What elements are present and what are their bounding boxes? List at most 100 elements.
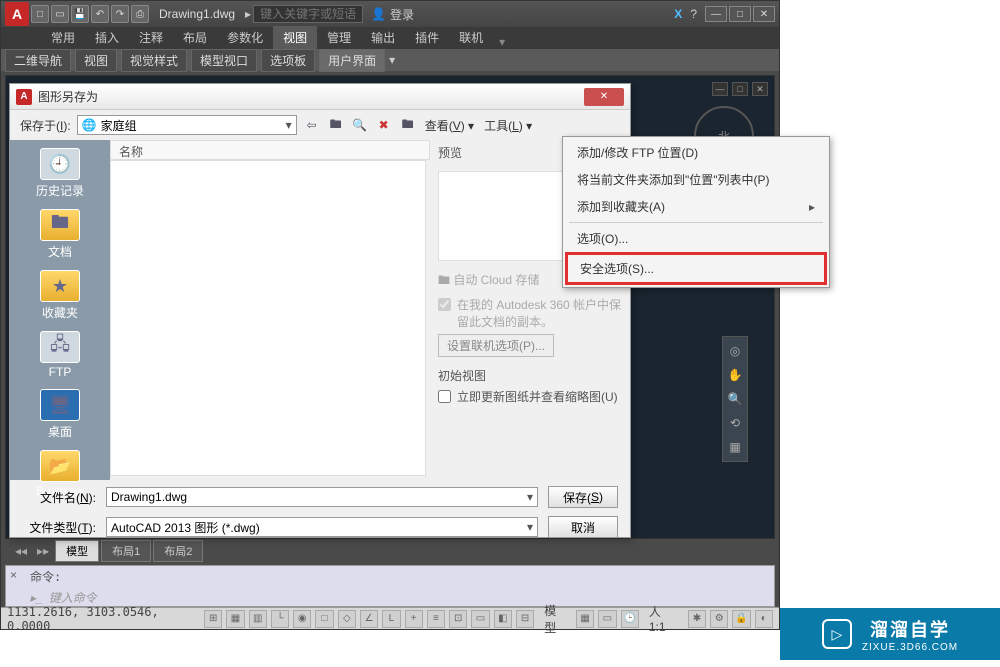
panel-ui[interactable]: 用户界面 bbox=[319, 49, 385, 72]
place-documents[interactable]: 🖿文档 bbox=[40, 209, 80, 260]
place-ftp[interactable]: 🖧FTP bbox=[40, 331, 80, 379]
search-input[interactable] bbox=[253, 5, 363, 23]
sb-dyn-icon[interactable]: + bbox=[405, 610, 423, 628]
tab-scroll-left-icon[interactable]: ◂◂ bbox=[11, 542, 31, 560]
tab-annotate[interactable]: 注释 bbox=[129, 26, 173, 49]
sb-otrack-icon[interactable]: ∠ bbox=[360, 610, 378, 628]
sb-am-icon[interactable]: ⊟ bbox=[516, 610, 534, 628]
sb-ortho-icon[interactable]: └ bbox=[271, 610, 289, 628]
online-options-button[interactable]: 设置联机选项(P)... bbox=[438, 334, 554, 357]
delete-icon[interactable]: ✖ bbox=[375, 116, 393, 134]
back-icon[interactable]: ⇦ bbox=[303, 116, 321, 134]
command-line[interactable]: × 命令: ▸_ 键入命令 bbox=[5, 565, 775, 607]
steering-wheel-icon[interactable]: ◎ bbox=[725, 341, 745, 361]
tab-scroll-right-icon[interactable]: ▸▸ bbox=[33, 542, 53, 560]
sb-infer-icon[interactable]: ⊞ bbox=[204, 610, 222, 628]
qat-open-icon[interactable]: ▭ bbox=[51, 5, 69, 23]
location-combo[interactable]: 🌐 家庭组 ▾ bbox=[77, 115, 297, 135]
newfolder-icon[interactable]: 🖿 bbox=[399, 116, 417, 134]
sb-qp-icon[interactable]: ▭ bbox=[471, 610, 489, 628]
panel-views[interactable]: 视图 bbox=[75, 49, 117, 72]
cancel-button[interactable]: 取消 bbox=[548, 516, 618, 538]
sb-model[interactable]: 模型 bbox=[538, 602, 572, 636]
tab-output[interactable]: 输出 bbox=[361, 26, 405, 49]
tab-parametric[interactable]: 参数化 bbox=[217, 26, 273, 49]
doc-restore-button[interactable]: □ bbox=[732, 82, 748, 96]
sb-hw-icon[interactable]: ◐ bbox=[755, 610, 773, 628]
sb-grid-icon[interactable]: ▥ bbox=[249, 610, 267, 628]
ribbon-panels: 二维导航 视图 视觉样式 模型视口 选项板 用户界面 ▾ bbox=[1, 49, 779, 71]
minimize-button[interactable]: — bbox=[705, 6, 727, 22]
doc-minimize-button[interactable]: — bbox=[712, 82, 728, 96]
showmotion-icon[interactable]: ▦ bbox=[725, 437, 745, 457]
place-history[interactable]: 🕘历史记录 bbox=[36, 148, 84, 199]
tab-view[interactable]: 视图 bbox=[273, 26, 317, 49]
sb-scale[interactable]: 人 1:1 bbox=[643, 603, 684, 634]
tab-insert[interactable]: 插入 bbox=[85, 26, 129, 49]
qat-print-icon[interactable]: ⎙ bbox=[131, 5, 149, 23]
sb-tpy-icon[interactable]: ⊡ bbox=[449, 610, 467, 628]
menu-add-ftp[interactable]: 添加/修改 FTP 位置(D) bbox=[565, 139, 827, 166]
qat-new-icon[interactable]: □ bbox=[31, 5, 49, 23]
sb-sc-icon[interactable]: ◧ bbox=[494, 610, 512, 628]
cmd-close-icon[interactable]: × bbox=[10, 568, 17, 582]
qat-redo-icon[interactable]: ↷ bbox=[111, 5, 129, 23]
orbit-icon[interactable]: ⟲ bbox=[725, 413, 745, 433]
dialog-close-button[interactable]: ✕ bbox=[584, 88, 624, 106]
panel-palettes[interactable]: 选项板 bbox=[261, 49, 315, 72]
login-button[interactable]: 👤 登录 bbox=[371, 6, 414, 23]
exchange-icon[interactable]: X bbox=[674, 7, 682, 21]
sb-lock-icon[interactable]: 🔒 bbox=[732, 610, 750, 628]
menu-add-to-places[interactable]: 将当前文件夹添加到"位置"列表中(P) bbox=[565, 166, 827, 193]
location-value: 家庭组 bbox=[101, 117, 137, 134]
save-button[interactable]: 保存(S) bbox=[548, 486, 618, 508]
panel-visual-styles[interactable]: 视觉样式 bbox=[121, 49, 187, 72]
sb-ducs-icon[interactable]: L bbox=[382, 610, 400, 628]
view-dropdown[interactable]: 查看(V) ▾ bbox=[423, 117, 476, 134]
sb-polar-icon[interactable]: ◉ bbox=[293, 610, 311, 628]
qat-undo-icon[interactable]: ↶ bbox=[91, 5, 109, 23]
menu-security-options[interactable]: 安全选项(S)... bbox=[565, 252, 827, 285]
filename-input[interactable]: Drawing1.dwg ▾ bbox=[106, 487, 538, 507]
close-button[interactable]: ✕ bbox=[753, 6, 775, 22]
desktop-icon: 🖥 bbox=[40, 389, 80, 421]
watermark-sub: ZIXUE.3D66.COM bbox=[862, 642, 958, 653]
panel-2dnav[interactable]: 二维导航 bbox=[5, 49, 71, 72]
sb-snap-icon[interactable]: ▦ bbox=[226, 610, 244, 628]
panel-model-viewports[interactable]: 模型视口 bbox=[191, 49, 257, 72]
help-icon[interactable]: ? bbox=[690, 7, 697, 21]
menu-options[interactable]: 选项(O)... bbox=[565, 225, 827, 252]
file-list[interactable] bbox=[110, 160, 426, 476]
sb-ws-icon[interactable]: ⚙ bbox=[710, 610, 728, 628]
place-favorites[interactable]: ★收藏夹 bbox=[40, 270, 80, 321]
column-name[interactable]: 名称 bbox=[110, 140, 430, 160]
tab-manage[interactable]: 管理 bbox=[317, 26, 361, 49]
a360-checkbox[interactable]: 在我的 Autodesk 360 帐户中保留此文档的副本。 bbox=[438, 296, 622, 330]
cmd-run-icon[interactable]: ▸_ bbox=[30, 591, 43, 605]
tab-online[interactable]: 联机 bbox=[449, 26, 493, 49]
status-bar: 1131.2616, 3103.0546, 0.0000 ⊞ ▦ ▥ └ ◉ □… bbox=[1, 607, 779, 629]
qat-save-icon[interactable]: 💾 bbox=[71, 5, 89, 23]
app-logo[interactable]: A bbox=[5, 2, 29, 26]
tab-layout[interactable]: 布局 bbox=[173, 26, 217, 49]
pan-icon[interactable]: ✋ bbox=[725, 365, 745, 385]
thumbnail-checkbox[interactable]: 立即更新图纸并查看缩略图(U) bbox=[438, 388, 622, 405]
place-desktop[interactable]: 🖥桌面 bbox=[40, 389, 80, 440]
tab-plugins[interactable]: 插件 bbox=[405, 26, 449, 49]
doc-close-button[interactable]: ✕ bbox=[752, 82, 768, 96]
maximize-button[interactable]: □ bbox=[729, 6, 751, 22]
tab-home[interactable]: 常用 bbox=[41, 26, 85, 49]
tools-dropdown[interactable]: 工具(L) ▾ bbox=[482, 117, 534, 134]
sb-annovis-icon[interactable]: ✱ bbox=[688, 610, 706, 628]
filetype-combo[interactable]: AutoCAD 2013 图形 (*.dwg) ▾ bbox=[106, 517, 538, 537]
sb-annoscale-icon[interactable]: 🕒 bbox=[621, 610, 639, 628]
zoom-icon[interactable]: 🔍 bbox=[725, 389, 745, 409]
sb-grid2-icon[interactable]: ▦ bbox=[576, 610, 594, 628]
sb-lwt-icon[interactable]: ≡ bbox=[427, 610, 445, 628]
sb-osnap-icon[interactable]: □ bbox=[315, 610, 333, 628]
up-icon[interactable]: 🖿 bbox=[327, 116, 345, 134]
sb-3dosnap-icon[interactable]: ◇ bbox=[338, 610, 356, 628]
menu-add-favorites[interactable]: 添加到收藏夹(A) ▸ bbox=[565, 193, 827, 220]
sb-quickview-icon[interactable]: ▭ bbox=[598, 610, 616, 628]
search-icon[interactable]: 🔍 bbox=[351, 116, 369, 134]
